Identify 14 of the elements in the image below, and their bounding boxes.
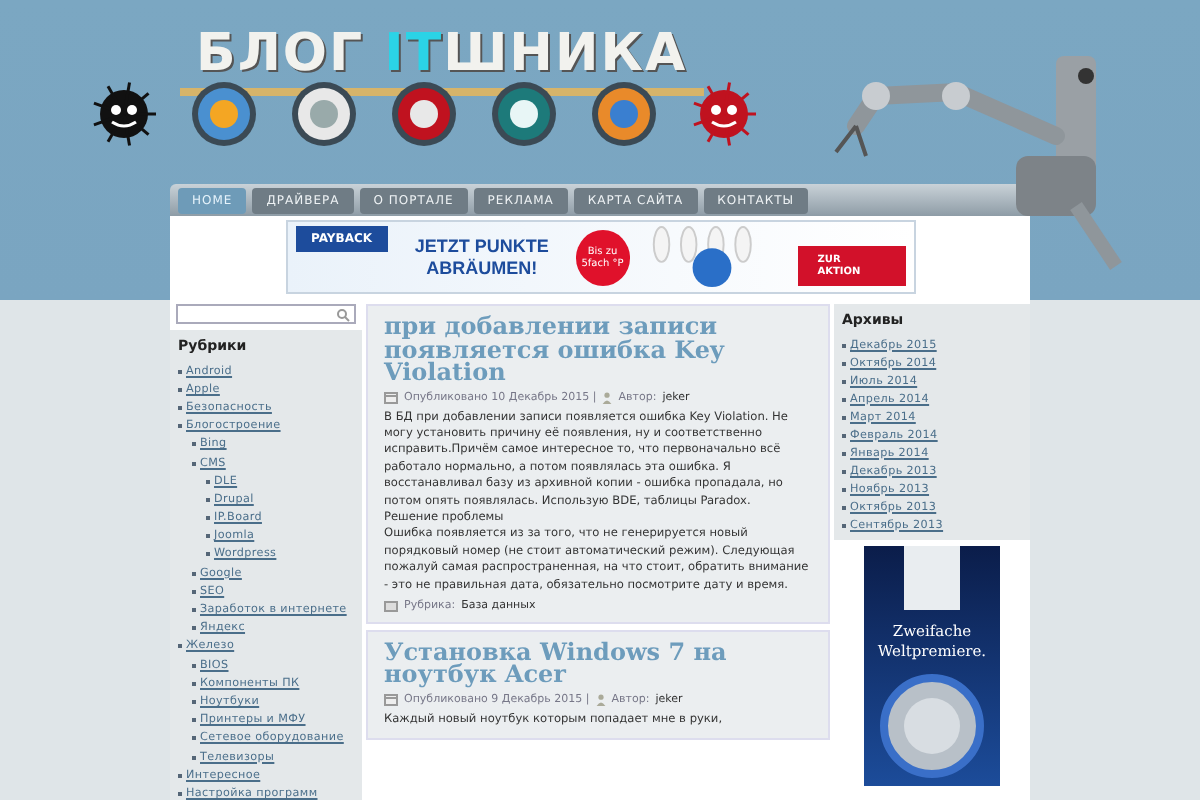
- folder-icon: [384, 599, 398, 612]
- monster-icon: [690, 80, 758, 148]
- post-title[interactable]: при добавлении записи появляется ошибка Key Violation: [384, 316, 812, 385]
- ring-badge-icon[interactable]: [490, 80, 558, 148]
- calendar-icon: [384, 693, 398, 706]
- calendar-icon: [384, 391, 398, 403]
- coin-drawing: [880, 674, 984, 778]
- post-title[interactable]: Установка Windows 7 на ноутбук Acer: [384, 641, 812, 688]
- search-icon: [336, 307, 350, 321]
- monster-icon: [90, 80, 158, 148]
- person-icon: [595, 693, 606, 706]
- search-field[interactable]: [176, 304, 356, 324]
- ad-headline: JETZT PUNKTE ABRÄUMEN!: [412, 235, 551, 279]
- person-icon: [602, 391, 613, 403]
